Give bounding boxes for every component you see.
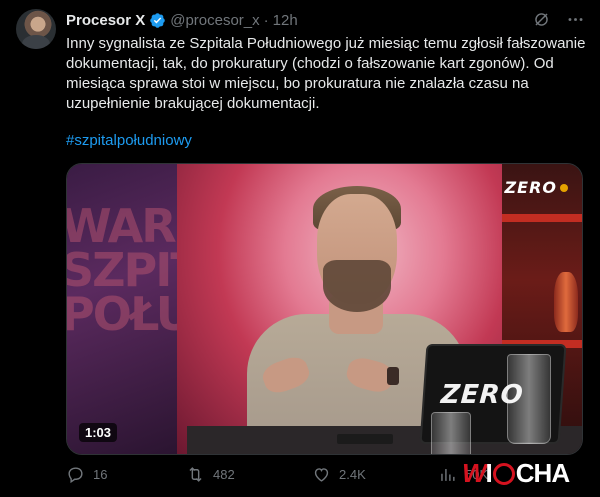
grok-icon[interactable]: [530, 8, 552, 30]
tweet-header: Procesor X @procesor_x · 12h: [66, 10, 298, 30]
avatar[interactable]: [16, 9, 56, 49]
watermark-logo: W I CHA: [462, 458, 570, 489]
channel-logo-dot: [560, 183, 568, 192]
hashtag-link[interactable]: #szpitalpołudniowy: [66, 131, 192, 151]
top-actions: [530, 8, 586, 30]
reply-icon: [68, 467, 83, 484]
verified-badge-icon: [149, 12, 166, 29]
reply-button[interactable]: 16: [66, 465, 107, 484]
watermark-i: I: [485, 458, 493, 488]
separator: ·: [263, 11, 269, 29]
reply-count: 16: [93, 467, 108, 482]
presenter-beard: [323, 260, 391, 312]
heart-icon: [314, 468, 329, 482]
display-name[interactable]: Procesor X: [66, 12, 145, 29]
water-glass: [431, 412, 471, 454]
tweet[interactable]: Procesor X @procesor_x · 12h Inny sygnal…: [0, 0, 600, 497]
user-handle[interactable]: @procesor_x: [170, 12, 259, 29]
wristwatch: [387, 367, 399, 385]
repost-icon: [189, 467, 202, 482]
repost-button[interactable]: 482: [186, 465, 235, 484]
views-icon: [441, 468, 455, 481]
like-count: 2.4K: [339, 467, 366, 482]
vase: [554, 272, 578, 332]
channel-logo: ZERO: [505, 178, 568, 197]
phone-on-desk: [337, 434, 393, 444]
more-icon[interactable]: [564, 8, 586, 30]
tweet-text: Inny sygnalista ze Szpitala Południowego…: [66, 35, 586, 112]
shelf: [502, 214, 582, 222]
video-player[interactable]: WARS SZPIT POŁU ZERO ZERO 1:03: [66, 163, 583, 455]
watermark-ring: [492, 462, 515, 485]
channel-logo-text: ZERO: [504, 178, 557, 197]
like-button[interactable]: 2.4K: [312, 465, 366, 484]
water-carafe: [507, 354, 551, 444]
repost-count: 482: [213, 467, 235, 482]
timestamp[interactable]: 12h: [273, 12, 298, 29]
watermark-cha: CHA: [515, 458, 570, 488]
video-duration: 1:03: [79, 423, 118, 442]
watermark-w: W: [462, 458, 487, 488]
